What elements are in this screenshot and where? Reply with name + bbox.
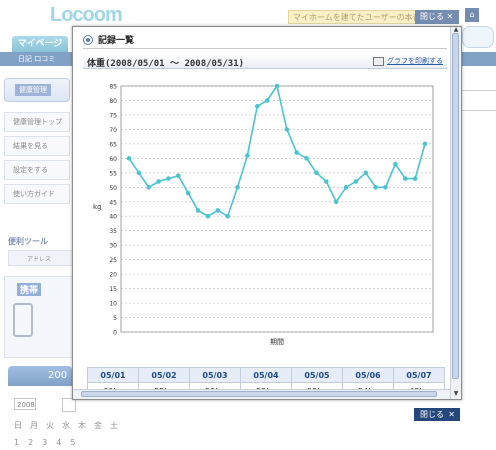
data-point: [304, 156, 309, 161]
data-point: [245, 153, 250, 158]
x-axis-label: 期間: [270, 338, 284, 346]
y-tick-label: 15: [109, 286, 117, 293]
y-axis-label: kg: [93, 203, 102, 211]
y-tick-label: 10: [109, 301, 117, 308]
horizontal-scrollbar[interactable]: [73, 389, 450, 399]
data-point: [126, 156, 132, 161]
y-tick-label: 55: [109, 170, 117, 177]
data-point: [402, 176, 408, 181]
y-tick-label: 35: [109, 228, 117, 235]
table-header-row: 05/01 05/02 05/03 05/04 05/05 05/06 05/07: [87, 367, 445, 383]
data-point: [264, 98, 270, 103]
table-date-cell: 05/06: [342, 367, 394, 383]
table-date-cell: 05/02: [138, 367, 190, 383]
print-graph-link[interactable]: グラフを印刷する: [373, 56, 443, 66]
data-point: [373, 184, 378, 190]
chart-svg: 0510152025303540455055606570758085kg期間体重: [93, 83, 434, 346]
data-point: [333, 199, 339, 205]
data-point: [353, 179, 359, 184]
records-dialog: 記録一覧 体重(2008/05/01 ～ 2008/05/31) グラフを印刷す…: [72, 26, 462, 400]
scroll-down-icon[interactable]: ▼: [452, 391, 460, 397]
period-label: 体重(2008/05/01 ～ 2008/05/31): [87, 59, 245, 69]
data-point: [176, 173, 181, 179]
data-point: [324, 179, 329, 184]
data-point: [205, 213, 211, 219]
table-date-cell: 05/07: [393, 367, 445, 383]
table-date-cell: 05/03: [189, 367, 241, 383]
y-tick-label: 75: [109, 112, 117, 119]
data-point: [412, 176, 418, 181]
data-point: [314, 170, 319, 176]
dialog-title: 記録一覧: [83, 33, 134, 46]
period-bar: 体重(2008/05/01 ～ 2008/05/31) グラフを印刷する: [83, 54, 447, 69]
y-tick-label: 65: [109, 141, 117, 148]
y-tick-label: 50: [109, 185, 117, 192]
bullet-icon: [83, 34, 93, 45]
data-point: [166, 176, 171, 181]
data-point: [422, 141, 428, 147]
data-point: [136, 170, 142, 176]
vertical-scrollbar[interactable]: ▲ ▼: [450, 27, 461, 399]
y-tick-label: 25: [109, 257, 117, 264]
data-point: [274, 83, 280, 89]
table-date-cell: 05/04: [240, 367, 292, 383]
weight-chart: 0510152025303540455055606570758085kg期間体重: [83, 71, 447, 351]
y-tick-label: 30: [109, 243, 117, 250]
data-point: [383, 184, 388, 190]
data-point: [343, 184, 349, 190]
y-tick-label: 60: [109, 156, 117, 163]
plot-area: [120, 85, 434, 333]
y-tick-label: 5: [113, 315, 117, 322]
y-tick-label: 80: [109, 98, 117, 105]
data-point: [156, 179, 161, 184]
close-icon: ✕: [448, 410, 455, 419]
y-tick-label: 0: [113, 330, 117, 337]
y-tick-label: 20: [109, 272, 117, 279]
data-point: [284, 127, 290, 132]
scroll-thumb[interactable]: [452, 33, 459, 379]
divider: [83, 48, 447, 49]
data-point: [185, 190, 191, 196]
hscroll-thumb[interactable]: [81, 391, 437, 397]
y-tick-label: 85: [109, 84, 117, 91]
close-button[interactable]: 閉じる ✕: [414, 408, 460, 421]
data-point: [215, 208, 221, 213]
table-date-cell: 05/05: [291, 367, 343, 383]
data-point: [235, 184, 240, 190]
data-point: [363, 170, 369, 176]
data-point: [225, 213, 230, 219]
data-point: [393, 161, 398, 167]
y-tick-label: 40: [109, 214, 117, 221]
table-date-cell: 05/01: [87, 367, 139, 383]
data-point: [146, 184, 152, 190]
y-tick-label: 70: [109, 127, 117, 134]
printer-icon: [373, 56, 384, 66]
data-point: [254, 103, 260, 109]
data-point: [195, 208, 201, 213]
data-point: [294, 150, 300, 155]
y-tick-label: 45: [109, 199, 117, 206]
